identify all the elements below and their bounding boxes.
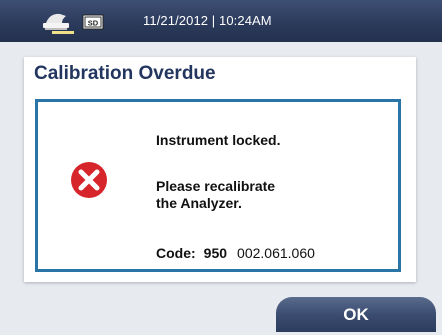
- error-x-icon: [71, 162, 107, 198]
- svg-text:SD: SD: [88, 19, 99, 28]
- error-code-row: Code: 950 002.061.060: [156, 245, 315, 261]
- message-line-1: Instrument locked.: [156, 132, 281, 148]
- datetime-label: 11/21/2012 | 10:24AM: [143, 13, 272, 28]
- dialog-title: Calibration Overdue: [34, 63, 216, 84]
- message-line-2: Please recalibrate: [156, 178, 276, 194]
- code-number: 950: [203, 245, 228, 261]
- alert-dialog: Calibration Overdue Instrument locked. P…: [24, 57, 416, 282]
- ok-button[interactable]: OK: [276, 297, 436, 332]
- sd-card-icon: SD: [82, 14, 104, 30]
- code-label: Code:: [156, 245, 196, 261]
- message-box: Instrument locked. Please recalibrate th…: [35, 99, 401, 272]
- printer-icon: [43, 13, 74, 34]
- status-bar: SD 11/21/2012 | 10:24AM: [0, 0, 442, 42]
- code-value: 002.061.060: [237, 245, 315, 261]
- message-line-3: the Analyzer.: [156, 195, 242, 211]
